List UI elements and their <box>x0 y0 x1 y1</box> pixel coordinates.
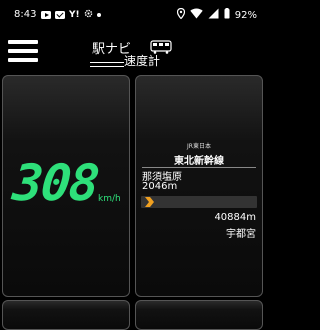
chevron-right-icon <box>145 197 154 207</box>
notification-icons: Y! <box>41 9 101 21</box>
settings-icon <box>84 9 93 21</box>
rail-decoration <box>90 62 124 67</box>
speed-value: 308 <box>9 154 101 212</box>
status-time: 8:43 <box>14 9 37 20</box>
more-notifications-dot <box>96 13 101 17</box>
status-bar: 8:43 Y! 92% <box>0 0 265 30</box>
route-panel[interactable]: JR東日本 東北新幹線 那須塩原 2046m 40884m 宇都宮 <box>135 75 263 297</box>
speed-unit: km/h <box>98 194 121 204</box>
mail-icon <box>55 11 65 19</box>
menu-button[interactable] <box>8 40 38 62</box>
battery-icon <box>224 8 230 22</box>
speed-panel[interactable]: 308 km/h <box>2 75 130 297</box>
youtube-icon <box>41 11 51 19</box>
yahoo-icon: Y! <box>69 10 80 20</box>
train-icon <box>150 39 172 58</box>
station-progress-bar <box>141 196 257 208</box>
system-icons: 92% <box>176 7 257 22</box>
current-station-distance: 2046m <box>142 181 178 192</box>
route-operator: JR東日本 <box>187 143 211 150</box>
next-station: 宇都宮 <box>226 229 256 240</box>
location-icon <box>176 7 185 22</box>
next-station-distance: 40884m <box>214 212 256 223</box>
bottom-right-panel[interactable] <box>135 300 263 330</box>
battery-percent: 92% <box>234 9 257 21</box>
route-line-name: 東北新幹線 <box>174 156 224 167</box>
wifi-icon <box>190 8 203 22</box>
bottom-left-panel[interactable] <box>2 300 130 330</box>
app-logo: 駅ナビ 速度計 <box>90 38 175 68</box>
hamburger-icon <box>8 40 38 44</box>
signal-icon <box>208 8 219 22</box>
